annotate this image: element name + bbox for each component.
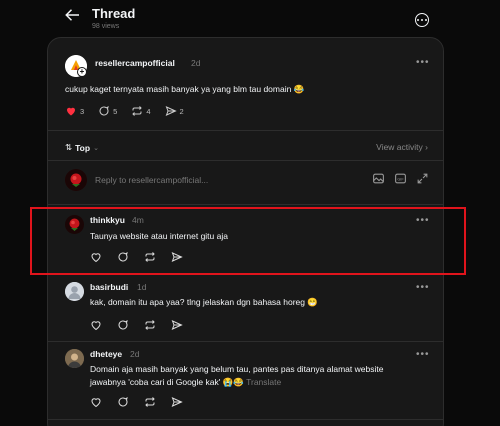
my-avatar: [65, 169, 87, 191]
view-count: 98 views: [92, 23, 120, 30]
repost-button[interactable]: 4: [131, 105, 151, 117]
op-text: cukup kaget ternyata masih banyak ya yan…: [65, 84, 305, 94]
comment-avatar[interactable]: [65, 349, 84, 368]
comment-text: kak, domain itu apa yaa? tlng jelaskan d…: [90, 297, 318, 307]
sort-dropdown[interactable]: ⇅ Top ⌄: [65, 142, 99, 153]
heart-icon[interactable]: [90, 396, 102, 408]
comment-username[interactable]: basirbudi: [90, 282, 128, 292]
heart-filled-icon: [67, 107, 75, 116]
comment-actions: [90, 396, 183, 408]
share-count: 2: [179, 106, 184, 116]
comment-more-icon[interactable]: •••: [416, 283, 430, 293]
op-username[interactable]: resellercampofficial: [95, 58, 175, 68]
sort-arrows-icon: ⇅: [65, 142, 73, 152]
comment-more-icon[interactable]: •••: [416, 350, 430, 360]
comment-text: Domain aja masih banyak yang belum tau, …: [90, 363, 425, 388]
reply-button[interactable]: 5: [98, 105, 117, 117]
comment-text-part: jawabnya 'coba cari di Google kak' 😭😂: [90, 376, 244, 387]
like-button[interactable]: 3: [65, 105, 84, 117]
thread-page: { "header": { "title": "Thread", "views"…: [0, 0, 500, 426]
divider: [48, 130, 443, 131]
page-title: Thread: [92, 6, 136, 21]
comment-username[interactable]: dheteye: [90, 349, 122, 359]
repost-count: 4: [146, 106, 151, 116]
chevron-down-icon: ⌄: [93, 144, 99, 152]
send-icon[interactable]: [171, 396, 183, 408]
repost-icon[interactable]: [144, 319, 156, 331]
comment-timestamp: 1d: [137, 282, 147, 292]
repost-icon[interactable]: [144, 396, 156, 408]
comment-avatar[interactable]: [65, 282, 84, 301]
reply-count: 5: [113, 106, 118, 116]
reply-tools: GIF: [372, 172, 429, 185]
gif-icon[interactable]: GIF: [394, 172, 407, 185]
heart-icon[interactable]: [90, 319, 102, 331]
post-actions: 3 5 4 2: [65, 105, 184, 117]
sort-label: Top: [75, 142, 91, 153]
divider: [48, 419, 443, 420]
reply-input[interactable]: Reply to resellercampofficial...: [95, 175, 208, 185]
share-button[interactable]: 2: [165, 105, 184, 117]
chevron-right-icon: ›: [425, 142, 428, 152]
divider: [48, 160, 443, 161]
translate-link[interactable]: Translate: [246, 377, 281, 387]
view-activity-link[interactable]: View activity ›: [376, 142, 428, 152]
comment-text-line: Domain aja masih banyak yang belum tau, …: [90, 364, 384, 374]
repost-icon: [132, 106, 143, 116]
expand-icon[interactable]: [416, 172, 429, 185]
comment-icon[interactable]: [117, 319, 129, 331]
like-count: 3: [80, 106, 85, 116]
comment-text-line: jawabnya 'coba cari di Google kak' 😭😂 Tr…: [90, 376, 425, 389]
send-icon: [165, 106, 177, 116]
comment-icon[interactable]: [117, 396, 129, 408]
comment-icon: [99, 105, 109, 116]
comment-timestamp: 2d: [130, 349, 140, 359]
divider: [48, 341, 443, 342]
back-arrow-icon[interactable]: [64, 6, 82, 24]
highlight-box: [30, 207, 466, 275]
view-activity-label: View activity: [376, 142, 423, 152]
op-timestamp: 2d: [191, 58, 201, 68]
comment-actions: [90, 319, 183, 331]
divider: [48, 204, 443, 205]
send-icon[interactable]: [171, 319, 183, 331]
follow-plus-icon[interactable]: +: [77, 67, 87, 77]
image-icon[interactable]: [372, 172, 385, 185]
post-more-icon[interactable]: •••: [416, 58, 430, 68]
svg-text:GIF: GIF: [397, 177, 404, 181]
more-options-icon[interactable]: [415, 13, 429, 27]
